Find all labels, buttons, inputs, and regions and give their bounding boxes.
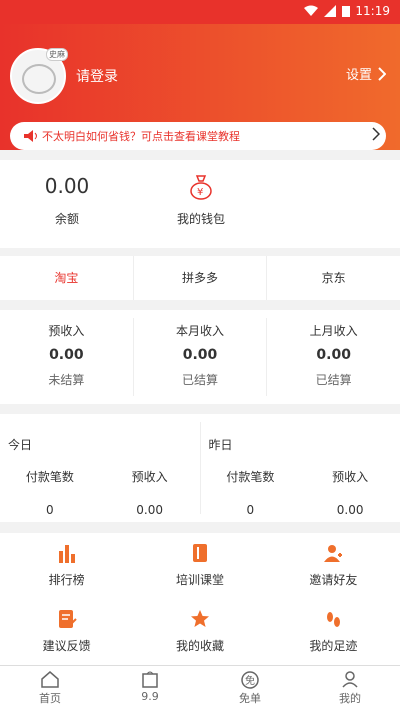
login-link[interactable]: 请登录 <box>76 66 118 86</box>
bar-chart-icon <box>0 543 133 563</box>
today-income-label: 预收入 <box>100 468 200 485</box>
bottom-tab-bar: 首页 9.9 免 免单 我的 <box>0 665 400 712</box>
user-add-icon <box>267 543 400 563</box>
menu-invite[interactable]: 邀请好友 <box>267 533 400 599</box>
my-wallet-button[interactable]: ¥ 我的钱包 <box>134 174 268 227</box>
wallet-card: 0.00 余额 ¥ 我的钱包 <box>0 160 400 248</box>
income-status: 已结算 <box>267 371 400 388</box>
income-value: 0.00 <box>267 347 400 363</box>
menu-label: 培训课堂 <box>133 571 266 588</box>
book-icon <box>133 543 266 563</box>
tutorial-notice[interactable]: 不太明白如何省钱？可点击查看课堂教程 <box>10 122 386 150</box>
money-bag-icon: ¥ <box>134 174 268 200</box>
notice-text: 不太明白如何省钱？可点击查看课堂教程 <box>42 128 366 144</box>
status-bar: 11:19 <box>0 0 400 24</box>
signal-icon <box>324 5 336 17</box>
settings-label: 设置 <box>346 64 372 83</box>
menu-label: 我的收藏 <box>133 637 266 654</box>
speaker-icon <box>20 129 42 143</box>
free-icon: 免 <box>200 670 300 690</box>
income-title: 预收入 <box>0 322 133 339</box>
menu-feedback[interactable]: 建议反馈 <box>0 599 133 665</box>
menu-label: 邀请好友 <box>267 571 400 588</box>
daily-stats: 今日 付款笔数 0 预收入 0.00 昨日 付款笔数 0 预收入 0.00 <box>0 414 400 522</box>
avatar[interactable]: 史麻 <box>10 48 66 104</box>
yesterday-stats: 昨日 付款笔数 0 预收入 0.00 <box>201 422 400 514</box>
feedback-icon <box>0 609 133 629</box>
yesterday-orders-label: 付款笔数 <box>201 468 301 485</box>
income-value: 0.00 <box>134 347 267 363</box>
chevron-right-icon <box>378 67 386 81</box>
income-title: 本月收入 <box>134 322 267 339</box>
income-summary: 预收入 0.00 未结算 本月收入 0.00 已结算 上月收入 0.00 已结算 <box>0 310 400 404</box>
tab-home[interactable]: 首页 <box>0 666 100 712</box>
avatar-tag: 史麻 <box>46 48 68 61</box>
svg-text:免: 免 <box>245 674 255 687</box>
tab-pinduoduo[interactable]: 拼多多 <box>134 256 268 300</box>
income-status: 未结算 <box>0 371 133 388</box>
settings-button[interactable]: 设置 <box>346 64 386 83</box>
income-estimated: 预收入 0.00 未结算 <box>0 318 134 396</box>
balance-block[interactable]: 0.00 余额 <box>0 174 134 227</box>
yesterday-orders-value: 0 <box>201 503 301 517</box>
tab-free[interactable]: 免 免单 <box>200 666 300 712</box>
my-wallet-label: 我的钱包 <box>134 210 268 227</box>
profile-header: 史麻 请登录 设置 不太明白如何省钱？可点击查看课堂教程 <box>0 24 400 150</box>
menu-favorites[interactable]: 我的收藏 <box>133 599 266 665</box>
avatar-face-icon <box>22 64 56 94</box>
today-orders-value: 0 <box>0 503 100 517</box>
income-this-month: 本月收入 0.00 已结算 <box>134 318 268 396</box>
bag-icon <box>100 670 200 690</box>
today-label: 今日 <box>8 436 32 453</box>
today-stats: 今日 付款笔数 0 预收入 0.00 <box>0 422 201 514</box>
tab-taobao[interactable]: 淘宝 <box>0 256 134 300</box>
home-icon <box>0 670 100 690</box>
today-income-value: 0.00 <box>100 503 200 517</box>
income-value: 0.00 <box>0 347 133 363</box>
tab-mine[interactable]: 我的 <box>300 666 400 712</box>
income-title: 上月收入 <box>267 322 400 339</box>
tab-label: 首页 <box>0 690 100 706</box>
status-time: 11:19 <box>355 4 390 18</box>
user-icon <box>300 670 400 690</box>
income-last-month: 上月收入 0.00 已结算 <box>267 318 400 396</box>
status-icons <box>304 5 350 17</box>
tab-nine-nine[interactable]: 9.9 <box>100 666 200 712</box>
menu-label: 排行榜 <box>0 571 133 588</box>
balance-value: 0.00 <box>0 174 134 198</box>
yesterday-label: 昨日 <box>209 436 233 453</box>
wifi-icon <box>304 5 318 17</box>
tab-label: 免单 <box>200 690 300 706</box>
menu-training[interactable]: 培训课堂 <box>133 533 266 599</box>
yesterday-income-value: 0.00 <box>300 503 400 517</box>
tab-label: 9.9 <box>100 690 200 703</box>
chevron-right-icon <box>366 127 386 145</box>
tab-label: 我的 <box>300 690 400 706</box>
tab-jingdong[interactable]: 京东 <box>267 256 400 300</box>
today-orders-label: 付款笔数 <box>0 468 100 485</box>
svg-text:¥: ¥ <box>197 187 203 198</box>
star-icon <box>133 609 266 629</box>
platform-tabs: 淘宝 拼多多 京东 <box>0 256 400 300</box>
menu-ranking[interactable]: 排行榜 <box>0 533 133 599</box>
feature-menu: 排行榜 培训课堂 邀请好友 建议反馈 我的收藏 我的足迹 <box>0 533 400 665</box>
yesterday-income-label: 预收入 <box>300 468 400 485</box>
balance-label: 余额 <box>0 210 134 227</box>
menu-label: 我的足迹 <box>267 637 400 654</box>
battery-icon <box>342 5 350 17</box>
menu-footprint[interactable]: 我的足迹 <box>267 599 400 665</box>
income-status: 已结算 <box>134 371 267 388</box>
footprint-icon <box>267 609 400 629</box>
menu-label: 建议反馈 <box>0 637 133 654</box>
